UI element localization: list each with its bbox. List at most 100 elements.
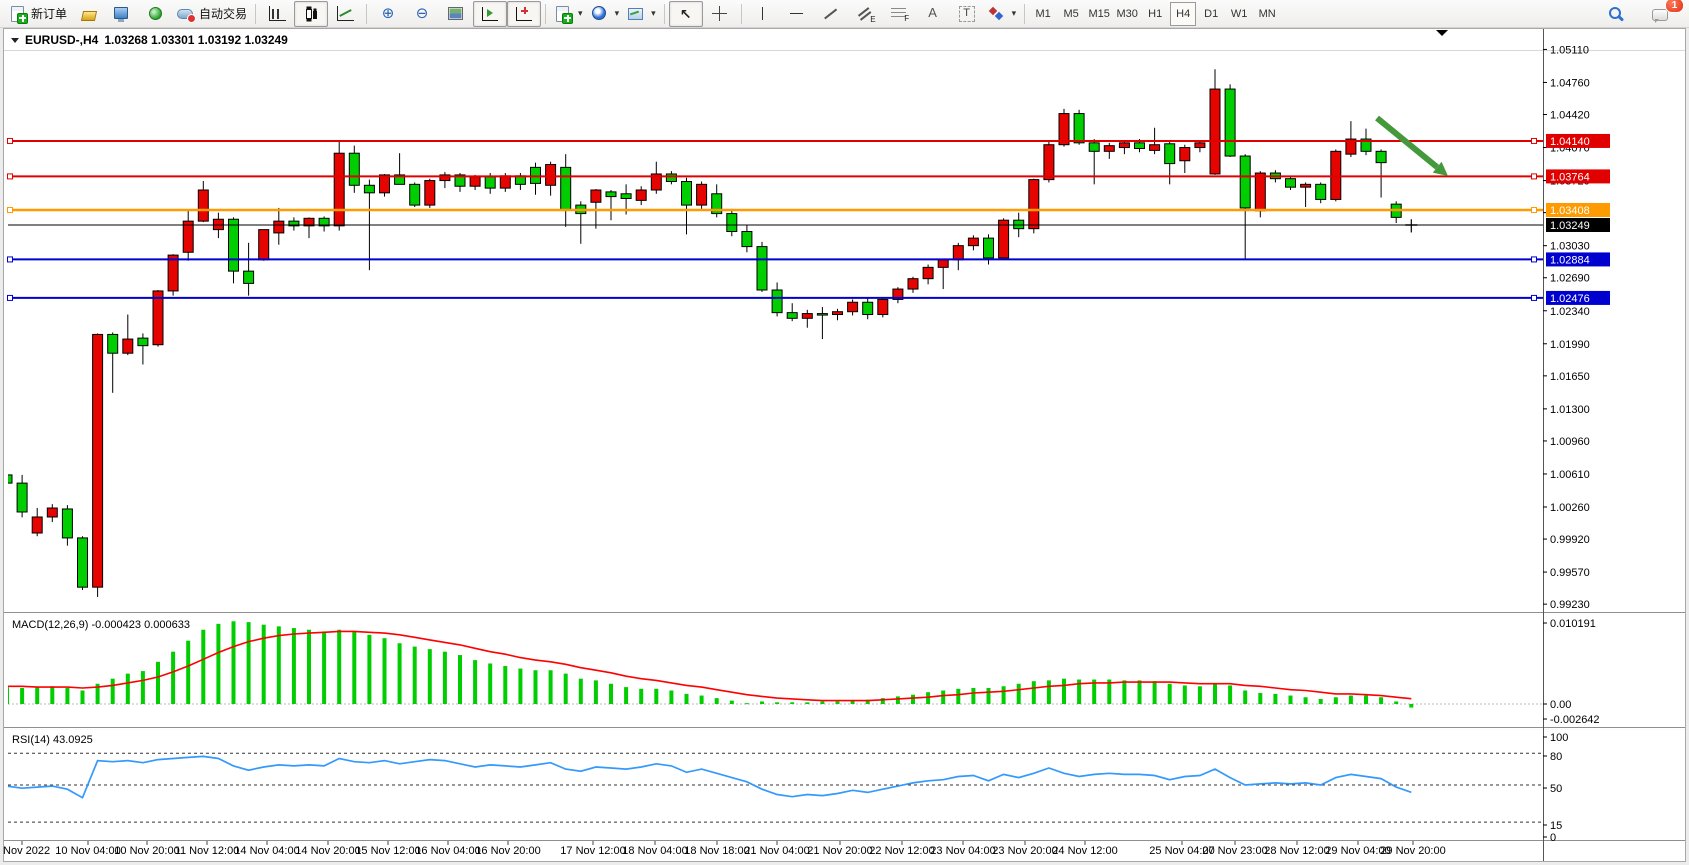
auto-trading-button[interactable]: 自动交易 <box>173 1 251 27</box>
svg-text:0.00: 0.00 <box>1550 699 1571 711</box>
tab-timeframe-m30[interactable]: M30 <box>1114 2 1140 26</box>
arrows-tool-button[interactable]: ▾ <box>984 1 1021 27</box>
svg-text:16 Nov 20:00: 16 Nov 20:00 <box>475 845 540 857</box>
hline-handle[interactable] <box>8 257 13 262</box>
notification-badge: 1 <box>1665 0 1684 13</box>
crosshair-icon <box>712 6 727 21</box>
svg-text:1.02690: 1.02690 <box>1550 273 1590 285</box>
trendline-button[interactable] <box>814 1 848 27</box>
hline-handle[interactable] <box>8 208 13 213</box>
svg-text:10 Nov 04:00: 10 Nov 04:00 <box>55 845 120 857</box>
toolbar-separator <box>664 4 665 24</box>
hline-handle[interactable] <box>8 138 13 143</box>
chevron-down-icon: ▾ <box>1012 8 1017 19</box>
zoom-in-icon: ⊕ <box>379 5 397 23</box>
hline-handle[interactable] <box>8 295 13 300</box>
text-tool-icon: A <box>926 5 940 23</box>
channel-button[interactable]: E <box>848 1 882 27</box>
crosshair-button[interactable] <box>703 1 737 27</box>
chart-title-ohlc: 1.03268 1.03301 1.03192 1.03249 <box>104 33 288 47</box>
tab-timeframe-h1[interactable]: H1 <box>1142 2 1168 26</box>
auto-scroll-icon <box>482 7 498 21</box>
chart-shift-icon <box>516 7 532 21</box>
new-order-icon <box>9 5 27 23</box>
alerts-button[interactable] <box>139 1 173 27</box>
auto-trading-label: 自动交易 <box>199 5 247 22</box>
zoom-in-button[interactable]: ⊕ <box>371 1 405 27</box>
cursor-icon: ↖ <box>678 5 694 23</box>
channel-icon: E <box>857 6 873 21</box>
svg-text:29 Nov 20:00: 29 Nov 20:00 <box>1380 845 1445 857</box>
svg-text:0.99230: 0.99230 <box>1550 599 1590 611</box>
tab-timeframe-m15[interactable]: M15 <box>1086 2 1112 26</box>
svg-text:1.02476: 1.02476 <box>1550 293 1590 305</box>
templates-button[interactable]: ▾ <box>623 1 660 27</box>
hline-handle[interactable] <box>1532 138 1537 143</box>
svg-text:1.00610: 1.00610 <box>1550 469 1590 481</box>
svg-text:1.04760: 1.04760 <box>1550 77 1590 89</box>
svg-text:80: 80 <box>1550 751 1562 763</box>
svg-text:0.010191: 0.010191 <box>1550 618 1596 630</box>
candlestick-chart-button[interactable] <box>294 1 328 27</box>
hline-handle[interactable] <box>1532 295 1537 300</box>
notifications-button[interactable]: 1 <box>1645 1 1679 27</box>
svg-text:11 Nov 12:00: 11 Nov 12:00 <box>175 845 240 857</box>
hline-handle[interactable] <box>1532 208 1537 213</box>
svg-text:1.00960: 1.00960 <box>1550 436 1590 448</box>
svg-text:14 Nov 04:00: 14 Nov 04:00 <box>234 845 299 857</box>
new-order-button[interactable]: 新订单 <box>5 1 71 27</box>
chevron-down-icon: ▾ <box>651 8 656 19</box>
new-order-label: 新订单 <box>31 5 67 22</box>
tab-timeframe-h4[interactable]: H4 <box>1170 2 1196 26</box>
toolbar-separator <box>1024 4 1025 24</box>
price-chart-canvas[interactable]: 1.051101.047601.044201.040701.037201.033… <box>0 28 1689 865</box>
market-watch-icon <box>113 5 131 23</box>
timeframe-group: M1M5M15M30H1H4D1W1MN <box>1029 2 1281 26</box>
svg-text:1.01650: 1.01650 <box>1550 371 1590 383</box>
tab-timeframe-m1[interactable]: M1 <box>1030 2 1056 26</box>
text-label-button[interactable]: T <box>950 1 984 27</box>
bar-chart-button[interactable] <box>260 1 294 27</box>
toolbar-separator <box>545 4 546 24</box>
svg-text:23 Nov 04:00: 23 Nov 04:00 <box>930 845 995 857</box>
chevron-down-icon: ▾ <box>615 8 620 19</box>
hline-handle[interactable] <box>8 174 13 179</box>
svg-text:1.03249: 1.03249 <box>1550 220 1590 232</box>
tab-timeframe-mn[interactable]: MN <box>1254 2 1280 26</box>
svg-text:0.99570: 0.99570 <box>1550 567 1590 579</box>
tile-windows-button[interactable] <box>439 1 473 27</box>
svg-text:16 Nov 04:00: 16 Nov 04:00 <box>415 845 480 857</box>
svg-text:1.04140: 1.04140 <box>1550 136 1590 148</box>
vertical-line-button[interactable] <box>746 1 780 27</box>
svg-text:-0.002642: -0.002642 <box>1550 714 1600 726</box>
auto-trading-icon <box>177 5 195 23</box>
tab-timeframe-m5[interactable]: M5 <box>1058 2 1084 26</box>
quotes-icon <box>81 8 96 20</box>
macd-indicator-label: MACD(12,26,9) -0.000423 0.000633 <box>12 619 190 631</box>
hline-handle[interactable] <box>1532 174 1537 179</box>
line-chart-button[interactable] <box>328 1 362 27</box>
chart-menu-triangle-icon[interactable] <box>11 38 19 43</box>
market-watch-button[interactable] <box>105 1 139 27</box>
chart-shift-button[interactable] <box>507 1 541 27</box>
search-icon <box>1607 5 1625 23</box>
periods-button[interactable]: ▾ <box>587 1 624 27</box>
text-tool-button[interactable]: A <box>916 1 950 27</box>
toolbar-separator <box>366 4 367 24</box>
cursor-button[interactable]: ↖ <box>669 1 703 27</box>
zoom-out-button[interactable]: ⊖ <box>405 1 439 27</box>
horizontal-line-button[interactable] <box>780 1 814 27</box>
svg-text:0.99920: 0.99920 <box>1550 534 1590 546</box>
tab-timeframe-w1[interactable]: W1 <box>1226 2 1252 26</box>
tab-timeframe-d1[interactable]: D1 <box>1198 2 1224 26</box>
search-button[interactable] <box>1599 1 1633 27</box>
fibonacci-button[interactable]: F <box>882 1 916 27</box>
svg-text:100: 100 <box>1550 732 1568 744</box>
alerts-icon <box>147 5 165 23</box>
new-chart-button[interactable]: ▾ <box>550 1 587 27</box>
hline-handle[interactable] <box>1532 257 1537 262</box>
auto-scroll-button[interactable] <box>473 1 507 27</box>
line-chart-icon <box>337 6 354 21</box>
chevron-down-icon: ▾ <box>578 8 583 19</box>
quotes-button[interactable] <box>71 1 105 27</box>
